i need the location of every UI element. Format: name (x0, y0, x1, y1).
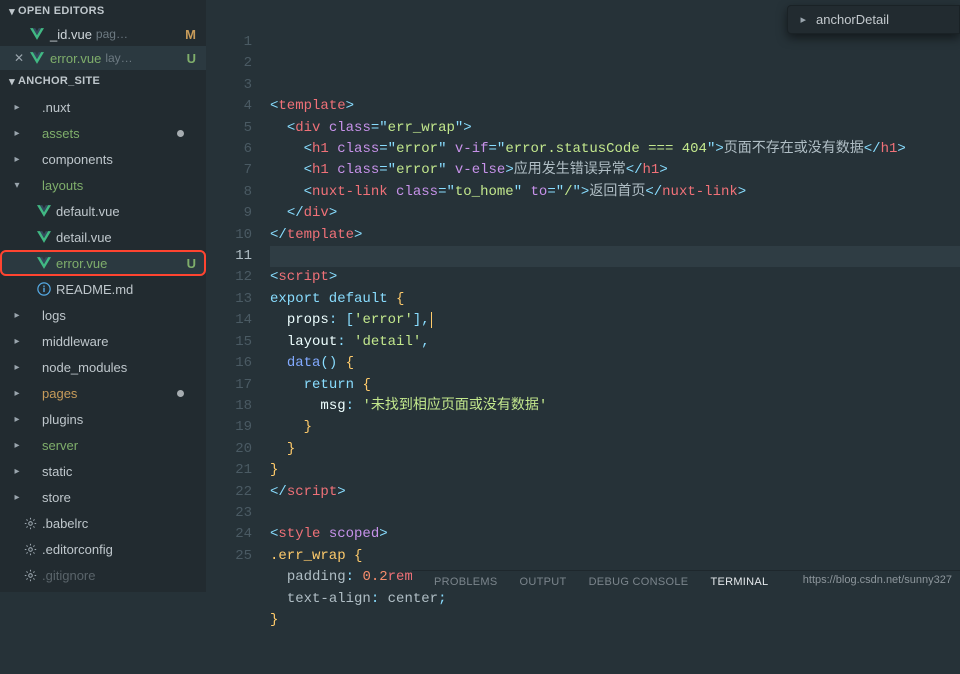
tab-debug-console[interactable]: DEBUG CONSOLE (589, 576, 689, 588)
file-item[interactable]: .babelrc (0, 510, 206, 536)
chevron-icon: ▸ (12, 154, 22, 165)
folder-item[interactable]: ▾ layouts (0, 172, 206, 198)
folder-item[interactable]: ▸ node_modules (0, 354, 206, 380)
editor-pane: ▸ anchorDetail 1234567891011121314151617… (206, 0, 960, 592)
line-gutter: 1234567891011121314151617181920212223242… (206, 32, 270, 570)
file-item[interactable]: README.md (0, 276, 206, 302)
gear-icon (22, 543, 38, 556)
folder-item[interactable]: ▸ static (0, 458, 206, 484)
open-editors-header[interactable]: ▾ OPEN EDITORS (0, 0, 206, 22)
tree-item-label: error.vue (56, 256, 107, 271)
file-item[interactable]: default.vue (0, 198, 206, 224)
chevron-icon: ▸ (12, 362, 22, 373)
folder-item[interactable]: ▸ server (0, 432, 206, 458)
vue-icon (36, 231, 52, 243)
chevron-icon: ▸ (12, 388, 22, 399)
editor-filename: error.vue (50, 51, 101, 66)
tree-item-label: README.md (56, 282, 133, 297)
folder-item[interactable]: ▸ pages (0, 380, 206, 406)
chevron-icon: ▸ (12, 128, 22, 139)
tree-item-label: components (42, 152, 113, 167)
tab-problems[interactable]: PROBLEMS (434, 576, 498, 588)
modified-badge: M (185, 27, 196, 42)
tab-terminal[interactable]: TERMINAL (710, 576, 768, 588)
watermark: https://blog.csdn.net/sunny327 (803, 574, 952, 586)
untracked-badge: U (187, 51, 196, 66)
tree-item-label: default.vue (56, 204, 120, 219)
info-icon (36, 282, 52, 296)
vue-icon (36, 257, 52, 269)
tree-item-label: .babelrc (42, 516, 88, 531)
dirty-dot-icon (177, 390, 184, 397)
folder-item[interactable]: ▸ assets (0, 120, 206, 146)
git-status-badge: U (187, 256, 196, 271)
chevron-icon: ▸ (12, 466, 22, 477)
breadcrumb-label: anchorDetail (816, 12, 889, 27)
tree-item-label: logs (42, 308, 66, 323)
chevron-icon: ▸ (12, 336, 22, 347)
file-tree: ▸ .nuxt ▸ assets ▸ components ▾ layouts default.… (0, 92, 206, 588)
editor-filepath: pag… (96, 27, 128, 41)
tree-item-label: server (42, 438, 78, 453)
folder-item[interactable]: ▸ components (0, 146, 206, 172)
breadcrumb[interactable]: ▸ anchorDetail (787, 5, 960, 34)
tree-item-label: store (42, 490, 71, 505)
chevron-down-icon: ▾ (6, 75, 18, 88)
open-editors-title: OPEN EDITORS (18, 5, 105, 17)
editor-filepath: lay… (105, 51, 132, 65)
tree-item-label: assets (42, 126, 80, 141)
vue-icon (36, 205, 52, 217)
file-item[interactable]: detail.vue (0, 224, 206, 250)
vue-icon (30, 52, 44, 64)
tree-item-label: detail.vue (56, 230, 112, 245)
project-title: ANCHOR_SITE (18, 75, 100, 87)
project-header[interactable]: ▾ ANCHOR_SITE (0, 70, 206, 92)
folder-item[interactable]: ▸ logs (0, 302, 206, 328)
gear-icon (22, 569, 38, 582)
chevron-icon: ▸ (12, 102, 22, 113)
folder-item[interactable]: ▸ middleware (0, 328, 206, 354)
code-area[interactable]: 1234567891011121314151617181920212223242… (206, 32, 960, 570)
open-editor-item[interactable]: _id.vue pag… M (0, 22, 206, 46)
vue-icon (30, 28, 44, 40)
tree-item-label: node_modules (42, 360, 127, 375)
code-content[interactable]: <template> <div class="err_wrap"> <h1 cl… (270, 32, 960, 570)
editor-filename: _id.vue (50, 27, 92, 42)
chevron-icon: ▸ (12, 414, 22, 425)
file-item[interactable]: .gitignore (0, 562, 206, 588)
dirty-dot-icon (177, 130, 184, 137)
tree-item-label: middleware (42, 334, 108, 349)
tree-item-label: .nuxt (42, 100, 70, 115)
close-icon[interactable]: ✕ (14, 51, 30, 65)
folder-item[interactable]: ▸ .nuxt (0, 94, 206, 120)
tree-item-label: plugins (42, 412, 83, 427)
chevron-icon: ▸ (12, 492, 22, 503)
chevron-down-icon: ▾ (6, 5, 18, 18)
tree-item-label: .editorconfig (42, 542, 113, 557)
chevron-icon: ▸ (12, 440, 22, 451)
gear-icon (22, 517, 38, 530)
tab-output[interactable]: OUTPUT (520, 576, 567, 588)
tree-item-label: static (42, 464, 72, 479)
folder-item[interactable]: ▸ store (0, 484, 206, 510)
chevron-icon: ▾ (12, 180, 22, 191)
tree-item-label: .gitignore (42, 568, 95, 583)
folder-item[interactable]: ▸ plugins (0, 406, 206, 432)
file-item[interactable]: error.vue U (0, 250, 206, 276)
sidebar: ▾ OPEN EDITORS _id.vue pag… M ✕ error.vu… (0, 0, 206, 592)
file-item[interactable]: .editorconfig (0, 536, 206, 562)
tree-item-label: layouts (42, 178, 83, 193)
tree-item-label: pages (42, 386, 77, 401)
chevron-icon: ▸ (12, 310, 22, 321)
chevron-right-icon: ▸ (800, 13, 806, 26)
open-editor-item[interactable]: ✕ error.vue lay… U (0, 46, 206, 70)
